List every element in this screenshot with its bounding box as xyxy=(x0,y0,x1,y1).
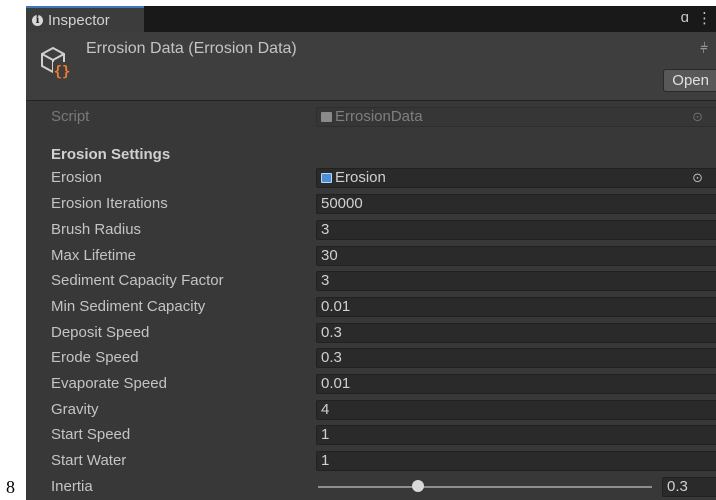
number-field[interactable]: 3 xyxy=(316,271,716,291)
property-row: Erosion Iterations 50000 xyxy=(26,192,716,216)
number-field[interactable]: 1 xyxy=(316,425,716,445)
settings-sliders-icon[interactable]: ⫩ xyxy=(700,40,708,57)
script-label: Script xyxy=(51,108,90,125)
tab-bar: i Inspector ɑ ⋮ xyxy=(26,6,716,32)
property-row: Brush Radius 3 xyxy=(26,218,716,242)
number-field[interactable]: 0.3 xyxy=(316,348,716,368)
inertia-slider-track[interactable] xyxy=(318,486,652,488)
tab-tools: ɑ ⋮ xyxy=(681,9,712,27)
property-label: Start Water xyxy=(51,452,127,469)
script-field: ErrosionData ⊙ xyxy=(316,107,716,127)
number-field[interactable]: 50000 xyxy=(316,194,716,214)
asset-icon xyxy=(321,173,332,183)
property-row: Gravity 4 xyxy=(26,398,716,422)
inertia-label: Inertia xyxy=(51,478,93,495)
tab-inspector[interactable]: i Inspector xyxy=(26,6,144,32)
property-row: Erode Speed 0.3 xyxy=(26,346,716,370)
open-button[interactable]: Open xyxy=(663,69,716,92)
property-label: Erosion Iterations xyxy=(51,195,168,212)
property-label: Sediment Capacity Factor xyxy=(51,272,224,289)
number-field[interactable]: 1 xyxy=(316,451,716,471)
object-picker-icon[interactable]: ⊙ xyxy=(692,169,703,187)
property-label: Erode Speed xyxy=(51,349,139,366)
tab-label: Inspector xyxy=(48,11,110,29)
info-icon: i xyxy=(32,14,43,26)
row-erosion: Erosion Erosion ⊙ xyxy=(26,166,716,190)
inspector-window: i Inspector ɑ ⋮ {} Errosion Data (Errosi… xyxy=(26,6,716,500)
section-header: Erosion Settings xyxy=(51,146,171,163)
svg-text:{}: {} xyxy=(54,64,71,80)
property-row: Min Sediment Capacity 0.01 xyxy=(26,295,716,319)
kebab-menu-icon[interactable]: ⋮ xyxy=(697,9,712,27)
erosion-object-field[interactable]: Erosion ⊙ xyxy=(316,168,716,188)
section-header-row: Erosion Settings xyxy=(26,143,716,167)
page-number: 8 xyxy=(6,477,15,497)
property-row: Start Speed 1 xyxy=(26,423,716,447)
number-field[interactable]: 0.01 xyxy=(316,297,716,317)
inertia-slider-handle[interactable] xyxy=(412,480,425,492)
property-label: Brush Radius xyxy=(51,221,142,238)
inertia-value-field[interactable]: 0.3 xyxy=(662,477,716,497)
object-title: Errosion Data (Errosion Data) xyxy=(86,40,297,57)
row-inertia: Inertia 0.3 xyxy=(26,475,716,499)
row-script: Script ErrosionData ⊙ xyxy=(26,105,716,129)
number-field[interactable]: 30 xyxy=(316,246,716,266)
property-label: Gravity xyxy=(51,401,99,418)
lock-icon[interactable]: ɑ xyxy=(681,9,689,27)
property-row: Max Lifetime 30 xyxy=(26,244,716,268)
number-field[interactable]: 0.01 xyxy=(316,374,716,394)
scriptable-object-icon: {} xyxy=(41,46,71,80)
erosion-value: Erosion xyxy=(335,169,386,186)
script-value: ErrosionData xyxy=(335,108,423,125)
property-label: Max Lifetime xyxy=(51,247,137,264)
erosion-label: Erosion xyxy=(51,169,102,186)
inspector-header: {} Errosion Data (Errosion Data) ⫩ Open xyxy=(26,32,716,101)
property-row: Evaporate Speed 0.01 xyxy=(26,372,716,396)
property-row: Sediment Capacity Factor 3 xyxy=(26,269,716,293)
property-label: Evaporate Speed xyxy=(51,375,167,392)
property-label: Min Sediment Capacity xyxy=(51,298,206,315)
object-picker-icon: ⊙ xyxy=(692,109,703,124)
number-field[interactable]: 3 xyxy=(316,220,716,240)
number-field[interactable]: 4 xyxy=(316,400,716,420)
property-row: Deposit Speed 0.3 xyxy=(26,321,716,345)
property-label: Deposit Speed xyxy=(51,324,150,341)
number-field[interactable]: 0.3 xyxy=(316,323,716,343)
property-label: Start Speed xyxy=(51,426,131,443)
property-row: Start Water 1 xyxy=(26,449,716,473)
script-icon xyxy=(321,112,332,122)
